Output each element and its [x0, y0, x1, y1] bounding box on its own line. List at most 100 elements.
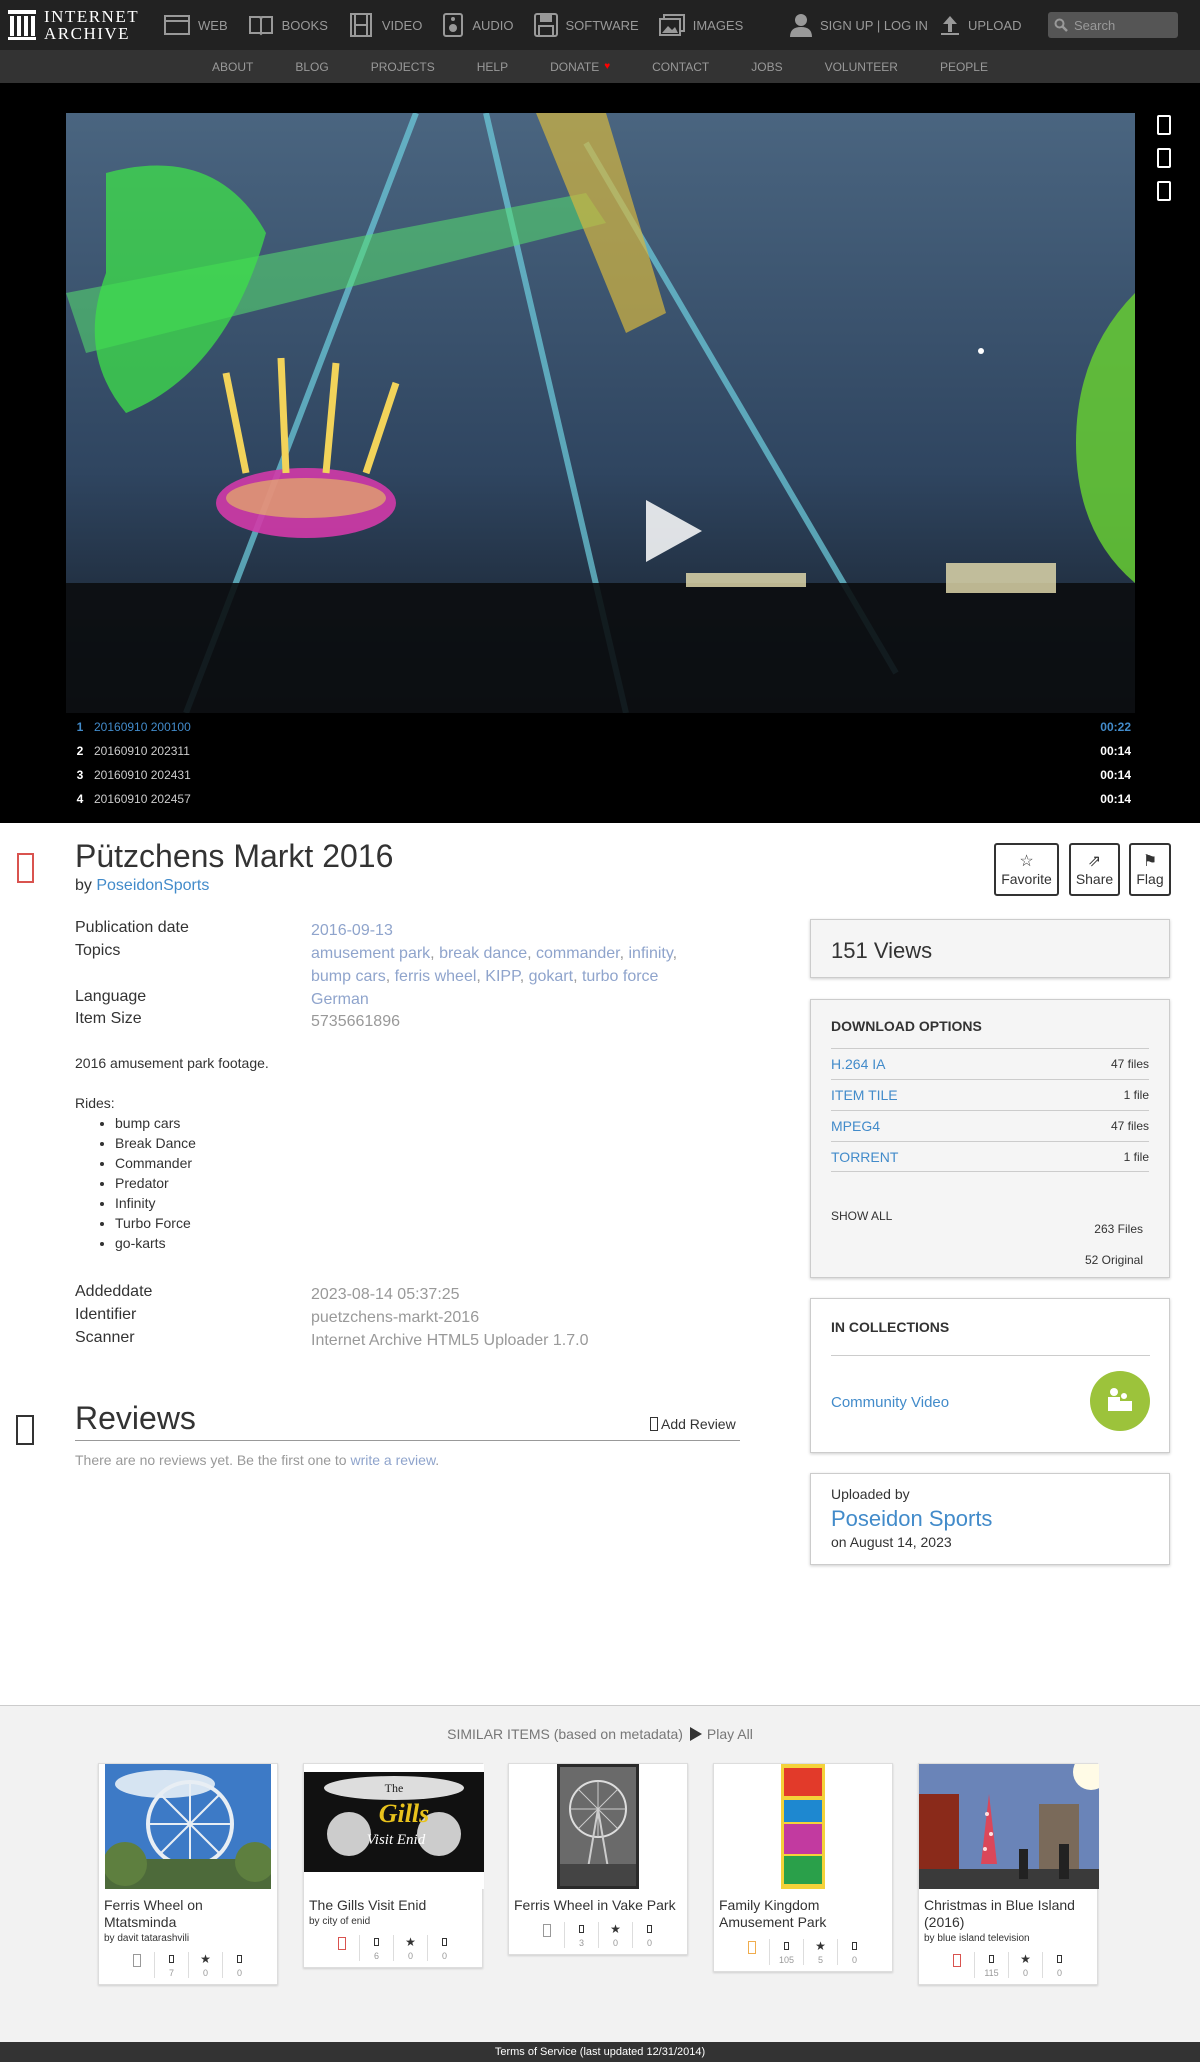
nav-volunteer[interactable]: VOLUNTEER: [825, 60, 898, 74]
uploader-link[interactable]: Poseidon Sports: [831, 1506, 1149, 1532]
similar-item-thumbnail[interactable]: [781, 1764, 825, 1889]
uploaded-by-label: Uploaded by: [831, 1486, 910, 1502]
share-icon: ⇗: [1087, 852, 1102, 870]
software-icon: [533, 13, 558, 37]
topic-link[interactable]: gokart: [529, 968, 573, 985]
metadata-topics: Topics amusement park, break dance, comm…: [75, 942, 678, 985]
nav-donate[interactable]: DONATE ♥: [550, 60, 610, 74]
star-icon: ★: [1020, 1952, 1031, 1966]
terms-of-service-link[interactable]: Terms of Service (last updated 12/31/201…: [495, 2046, 705, 2058]
topic-link[interactable]: infinity: [629, 945, 673, 962]
similar-item-card[interactable]: Family Kingdom Amusement Park 105 ★ 5 0: [713, 1763, 893, 1972]
ride-item: Infinity: [115, 1193, 269, 1213]
write-review-link[interactable]: write a review: [350, 1452, 435, 1468]
topic-link[interactable]: turbo force: [582, 968, 658, 985]
collection-thumbnail[interactable]: [1090, 1371, 1150, 1431]
similar-item-card[interactable]: Ferris Wheel in Vake Park 3 ★ 0 0: [508, 1763, 688, 1955]
download-row: H.264 IA 47 files: [831, 1048, 1149, 1079]
nav-people[interactable]: PEOPLE: [940, 60, 988, 74]
language-link[interactable]: German: [311, 988, 711, 1011]
show-all-link[interactable]: SHOW ALL: [831, 1209, 892, 1223]
tab-audio[interactable]: AUDIO: [442, 0, 514, 50]
signup-login-link[interactable]: SIGN UP | LOG IN: [790, 0, 928, 50]
tab-books[interactable]: BOOKS: [248, 0, 328, 50]
play-all-button[interactable]: Play All: [689, 1726, 753, 1742]
similar-item-thumbnail[interactable]: [557, 1764, 639, 1889]
topic-link[interactable]: commander: [536, 945, 620, 962]
search-input[interactable]: [1074, 17, 1174, 33]
topic-link[interactable]: KIPP: [485, 968, 519, 985]
pubdate-link[interactable]: 2016-09-13: [311, 919, 711, 942]
download-options-title: DOWNLOAD OPTIONS: [831, 1018, 982, 1034]
playlist-item[interactable]: 3 20160910 202431 00:14: [66, 763, 1135, 787]
nav-about[interactable]: ABOUT: [212, 60, 253, 74]
books-icon: [248, 16, 273, 36]
download-link[interactable]: TORRENT: [831, 1149, 898, 1165]
similar-item-card[interactable]: Ferris Wheel on Mtatsminda by davit tata…: [98, 1763, 278, 1985]
views-count: 151 Views: [831, 938, 933, 963]
nav-blog[interactable]: BLOG: [295, 60, 328, 74]
star-icon: ★: [405, 1935, 416, 1949]
internet-archive-logo[interactable]: INTERNET ARCHIVE: [8, 8, 139, 42]
topic-link[interactable]: ferris wheel: [395, 968, 477, 985]
nav-contact[interactable]: CONTACT: [652, 60, 709, 74]
topic-link[interactable]: amusement park: [311, 945, 430, 962]
similar-item-card[interactable]: The Gills Visit Enid The Gills Visit Enid …: [303, 1763, 484, 1968]
nav-donate-label: DONATE: [550, 59, 600, 74]
archive-building-icon: [8, 10, 36, 40]
similar-item-thumbnail[interactable]: [105, 1764, 271, 1889]
similar-item-card[interactable]: Christmas in Blue Island (2016) by blue …: [918, 1763, 1099, 1985]
similar-item-creator: by city of enid: [309, 1916, 371, 1927]
share-button[interactable]: ⇗ Share: [1069, 843, 1120, 896]
video-player[interactable]: [66, 113, 1135, 713]
tab-software-label: SOFTWARE: [565, 17, 639, 33]
ride-item: go-karts: [115, 1233, 269, 1253]
playlist-item[interactable]: 2 20160910 202311 00:14: [66, 739, 1135, 763]
reviews-icon: [1057, 1955, 1062, 1963]
download-link[interactable]: ITEM TILE: [831, 1087, 898, 1103]
upload-link[interactable]: UPLOAD: [940, 0, 1021, 50]
christmas-blue-island-photo: [919, 1764, 1099, 1889]
flag-icon: ⚑: [1142, 852, 1158, 870]
ferris-wheel-photo: [105, 1764, 271, 1889]
upload-label: UPLOAD: [968, 17, 1022, 33]
tab-books-label: BOOKS: [281, 17, 328, 33]
similar-item-thumbnail[interactable]: The Gills Visit Enid: [304, 1764, 484, 1889]
tab-images[interactable]: IMAGES: [658, 0, 743, 50]
nav-help[interactable]: HELP: [477, 60, 508, 74]
svg-text:The: The: [385, 1781, 404, 1795]
collection-link[interactable]: Community Video: [831, 1394, 949, 1411]
metadata-language: Language German: [75, 988, 711, 1011]
nav-projects[interactable]: PROJECTS: [371, 60, 435, 74]
topic-link[interactable]: break dance: [439, 945, 527, 962]
topic-link[interactable]: bump cars: [311, 968, 386, 985]
playlist-item[interactable]: 1 20160910 200100 00:22: [66, 715, 1135, 739]
download-link[interactable]: MPEG4: [831, 1118, 880, 1134]
favorite-button[interactable]: ☆ Favorite: [994, 843, 1059, 896]
similar-item-creator: by blue island television: [924, 1933, 1030, 1944]
creator-link[interactable]: PoseidonSports: [96, 877, 209, 894]
add-review-button[interactable]: Add Review: [650, 1416, 736, 1432]
views-icon: [169, 1955, 174, 1963]
images-icon: [658, 14, 685, 36]
theater-audio-icon[interactable]: [1157, 148, 1171, 168]
uploader-box: Uploaded by Poseidon Sports on August 14…: [810, 1473, 1170, 1565]
nav-jobs[interactable]: JOBS: [751, 60, 782, 74]
similar-item-thumbnail[interactable]: [919, 1764, 1099, 1889]
gills-visit-enid-poster: The Gills Visit Enid: [304, 1764, 484, 1889]
play-button[interactable]: [644, 498, 704, 569]
flag-button[interactable]: ⚑ Flag: [1129, 843, 1171, 896]
video-type-icon: [133, 1954, 141, 1967]
top-navigation: INTERNET ARCHIVE WEB BOOKS VIDEO AUDIO S…: [0, 0, 1200, 50]
similar-item-title: Ferris Wheel on Mtatsminda: [104, 1897, 203, 1930]
pencil-icon: [650, 1417, 658, 1431]
playlist-item[interactable]: 4 20160910 202457 00:14: [66, 787, 1135, 811]
tab-software[interactable]: SOFTWARE: [533, 0, 639, 50]
tab-web[interactable]: WEB: [164, 0, 228, 50]
tab-video[interactable]: VIDEO: [348, 0, 422, 50]
similar-item-creator: by davit tatarashvili: [104, 1933, 190, 1944]
theater-book-icon[interactable]: [1157, 115, 1171, 135]
download-link[interactable]: H.264 IA: [831, 1056, 885, 1072]
theater-video-icon[interactable]: [1157, 181, 1171, 201]
description-text: 2016 amusement park footage.: [75, 1055, 269, 1071]
